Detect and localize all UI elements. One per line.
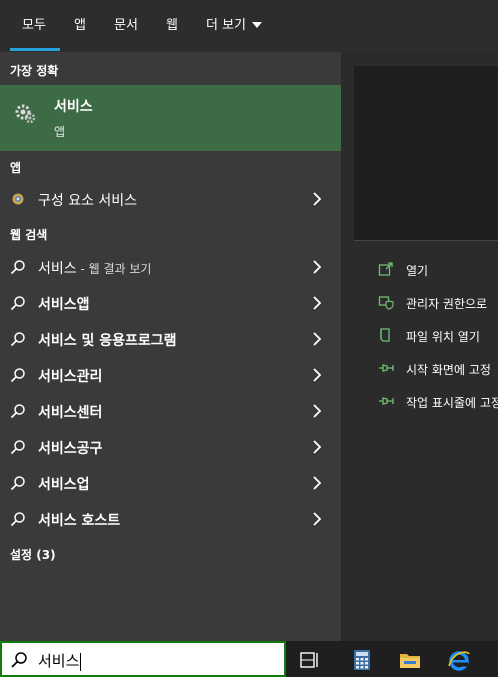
tab-more-label: 더 보기 — [206, 18, 247, 33]
search-icon — [10, 404, 25, 419]
tab-all[interactable]: 모두 — [22, 0, 46, 52]
action-open-file-location[interactable]: 파일 위치 열기 — [378, 325, 498, 347]
web-result-3[interactable]: 서비스관리 — [0, 358, 341, 392]
result-label: 서비스관리 — [38, 369, 103, 385]
pin-icon — [379, 397, 394, 405]
search-icon — [10, 296, 25, 311]
result-label-suffix: - 웹 결과 보기 — [76, 262, 152, 276]
best-match-header: 가장 정확 — [10, 64, 59, 78]
calculator-icon[interactable] — [350, 648, 374, 672]
open-icon — [378, 262, 393, 276]
action-label: 관리자 권한으로 — [406, 297, 488, 311]
search-input-value: 서비스 — [38, 652, 80, 670]
results-panel: 가장 정확 서비스 앱 앱 구성 요소 서비스 웹 검색 서비스 - 웹 결과 … — [0, 52, 341, 641]
component-services-icon — [12, 193, 24, 205]
web-result-6[interactable]: 서비스업 — [0, 466, 341, 500]
chevron-right-icon[interactable] — [310, 259, 324, 275]
taskbar-search-box[interactable]: 서비스 — [0, 641, 286, 677]
result-label: 서비스공구 — [38, 441, 103, 457]
action-label: 파일 위치 열기 — [406, 330, 480, 344]
result-label: 구성 요소 서비스 — [38, 193, 138, 209]
file-explorer-icon[interactable] — [398, 648, 422, 672]
best-match-item[interactable]: 서비스 앱 — [0, 85, 341, 151]
action-open[interactable]: 열기 — [378, 259, 498, 281]
result-label: 서비스 호스트 — [38, 513, 121, 529]
tab-apps[interactable]: 앱 — [74, 0, 86, 52]
result-label: 서비스앱 — [38, 297, 90, 313]
chevron-right-icon[interactable] — [310, 331, 324, 347]
settings-section-header[interactable]: 설정 (3) — [10, 546, 56, 563]
chevron-right-icon[interactable] — [310, 191, 324, 207]
chevron-right-icon[interactable] — [310, 511, 324, 527]
search-input[interactable]: 서비스 — [38, 650, 82, 671]
chevron-right-icon[interactable] — [310, 439, 324, 455]
chevron-right-icon[interactable] — [310, 367, 324, 383]
result-label: 서비스업 — [38, 477, 90, 493]
search-icon — [10, 332, 25, 347]
web-result-1[interactable]: 서비스앱 — [0, 286, 341, 320]
action-label: 시작 화면에 고정 — [406, 363, 491, 377]
text-cursor — [80, 652, 82, 671]
search-icon — [10, 476, 25, 491]
best-match-title: 서비스 — [54, 99, 93, 115]
search-icon — [10, 368, 25, 383]
file-location-icon — [380, 328, 390, 342]
search-icon — [10, 260, 25, 275]
chevron-down-icon — [252, 21, 263, 28]
result-label-main: 서비스 — [38, 261, 77, 277]
app-result-component-services[interactable]: 구성 요소 서비스 — [0, 182, 341, 216]
search-icon — [10, 512, 25, 527]
action-pin-to-taskbar[interactable]: 작업 표시줄에 고정 — [378, 391, 498, 413]
task-view-icon[interactable] — [298, 648, 322, 672]
tab-web[interactable]: 웹 — [166, 0, 178, 52]
action-run-as-admin[interactable]: 관리자 권한으로 — [378, 292, 498, 314]
chevron-right-icon[interactable] — [310, 295, 324, 311]
shield-icon — [378, 296, 394, 310]
action-label: 작업 표시줄에 고정 — [406, 396, 498, 410]
search-filter-bar: 모두 앱 문서 웹 더 보기 — [0, 0, 498, 52]
chevron-right-icon[interactable] — [310, 403, 324, 419]
internet-explorer-icon[interactable] — [447, 648, 471, 672]
web-result-0[interactable]: 서비스 - 웹 결과 보기 — [0, 250, 341, 284]
services-gear-icon — [15, 104, 36, 124]
pin-icon — [379, 364, 394, 372]
result-label: 서비스센터 — [38, 405, 103, 421]
search-icon — [10, 440, 25, 455]
result-label: 서비스 - 웹 결과 보기 — [38, 258, 151, 278]
active-tab-indicator — [10, 48, 60, 51]
web-section-header: 웹 검색 — [10, 228, 48, 242]
web-result-4[interactable]: 서비스센터 — [0, 394, 341, 428]
preview-header — [354, 66, 498, 240]
preview-panel: 열기 관리자 권한으로 파일 위치 열기 시작 화면에 고정 작업 표시줄에 고… — [342, 52, 498, 641]
action-pin-to-start[interactable]: 시작 화면에 고정 — [378, 358, 498, 380]
best-match-type: 앱 — [54, 125, 66, 139]
tab-documents[interactable]: 문서 — [114, 0, 138, 52]
web-result-2[interactable]: 서비스 및 응용프로그램 — [0, 322, 341, 356]
tab-more[interactable]: 더 보기 — [206, 0, 263, 52]
web-result-7[interactable]: 서비스 호스트 — [0, 502, 341, 536]
search-icon — [11, 652, 27, 668]
apps-section-header: 앱 — [10, 161, 22, 175]
chevron-right-icon[interactable] — [310, 475, 324, 491]
web-result-5[interactable]: 서비스공구 — [0, 430, 341, 464]
result-label: 서비스 및 응용프로그램 — [38, 333, 177, 349]
action-label: 열기 — [406, 264, 429, 278]
preview-separator — [354, 240, 498, 241]
